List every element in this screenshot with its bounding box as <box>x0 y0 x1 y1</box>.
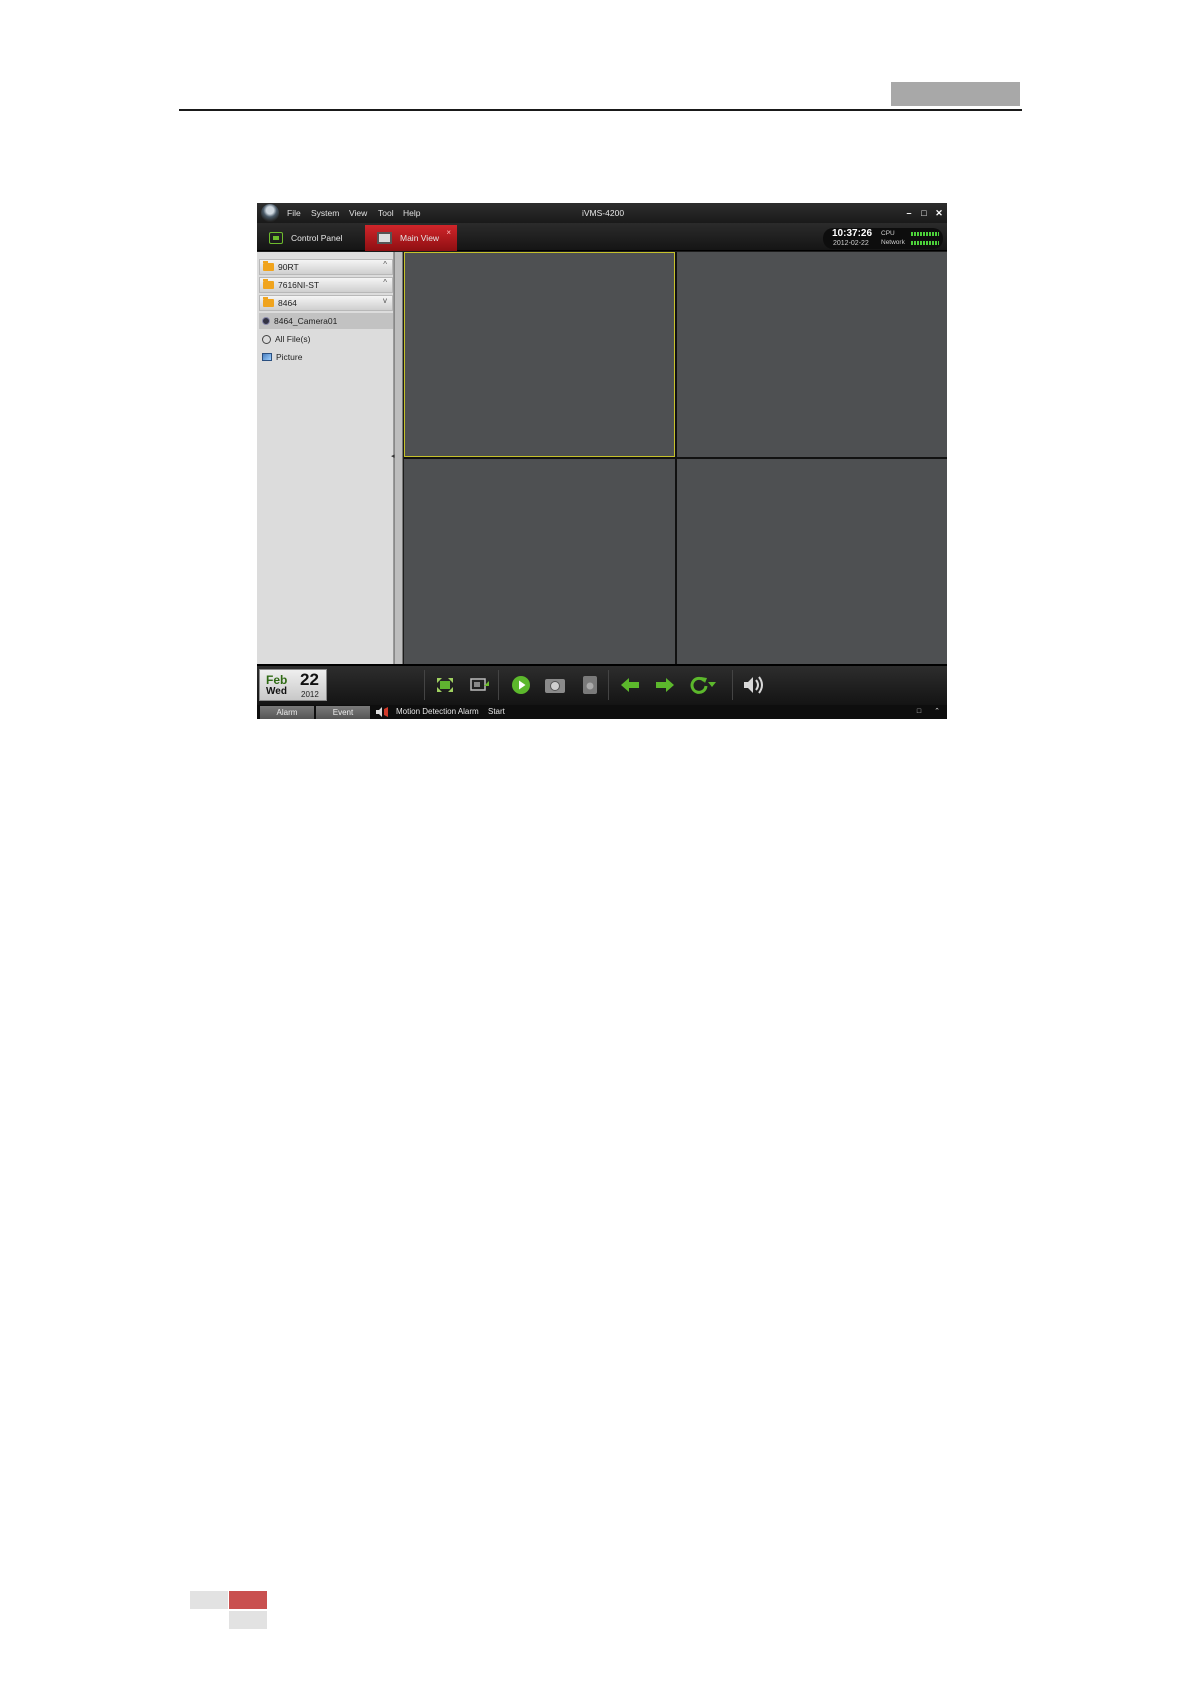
sidebar-group-90rt[interactable]: 90RT ^ <box>259 259 393 275</box>
picture-icon <box>262 353 272 361</box>
play-icon[interactable] <box>509 674 533 696</box>
sidebar-splitter[interactable] <box>394 252 403 664</box>
footer-block-light-2 <box>229 1611 267 1629</box>
alarm-state: Start <box>488 707 505 716</box>
menu-file[interactable]: File <box>287 208 301 218</box>
menu-system[interactable]: System <box>311 208 339 218</box>
sidebar-group-8464[interactable]: 8464 v <box>259 295 393 311</box>
calendar-year: 2012 <box>301 690 319 699</box>
menu-tool[interactable]: Tool <box>378 208 394 218</box>
fullscreen-icon[interactable] <box>433 674 457 696</box>
network-meter <box>911 241 939 245</box>
close-button[interactable]: ✕ <box>933 207 945 219</box>
tab-control-panel-label: Control Panel <box>291 233 343 243</box>
next-icon[interactable] <box>653 674 677 696</box>
restore-icon[interactable]: □ <box>914 707 924 717</box>
control-panel-icon <box>269 232 283 244</box>
chevron-up-icon[interactable]: ^ <box>383 260 387 269</box>
video-view-area <box>404 252 947 664</box>
window-layout-icon[interactable] <box>468 674 492 696</box>
folder-icon <box>263 261 274 271</box>
sidebar-item-label: 8464_Camera01 <box>274 316 338 326</box>
sidebar-group-label: 90RT <box>278 262 299 272</box>
capture-icon[interactable] <box>543 674 567 696</box>
footer-block-light <box>190 1591 228 1609</box>
menu-bar: File System View Tool Help iVMS-4200 – □… <box>257 203 947 223</box>
calendar-day: 22 <box>300 670 319 689</box>
toolbar-separator <box>732 670 733 700</box>
previous-icon[interactable] <box>618 674 642 696</box>
collapse-arrow-icon[interactable]: ◂ <box>391 452 395 460</box>
app-logo-icon <box>261 204 279 222</box>
maximize-button[interactable]: □ <box>918 207 930 219</box>
tab-event[interactable]: Event <box>316 706 370 719</box>
video-window-2[interactable] <box>677 252 947 457</box>
sidebar-item-picture[interactable]: Picture <box>259 349 393 365</box>
alarm-speaker-icon <box>375 707 389 719</box>
chevron-down-icon[interactable]: v <box>383 296 387 305</box>
video-window-3[interactable] <box>404 459 675 664</box>
record-icon[interactable] <box>578 674 602 696</box>
volume-icon[interactable] <box>741 674 765 696</box>
alarm-message: Motion Detection Alarm <box>396 707 479 716</box>
calendar-weekday: Wed <box>266 686 287 697</box>
dropdown-icon[interactable] <box>706 674 718 696</box>
calendar-month: Feb <box>266 673 288 687</box>
monitor-icon <box>377 232 392 244</box>
minimize-button[interactable]: – <box>903 207 915 219</box>
tab-main-view[interactable]: Main View × <box>365 225 457 251</box>
menu-view[interactable]: View <box>349 208 367 218</box>
clock-date: 2012-02-22 <box>833 240 869 247</box>
sidebar-item-label: All File(s) <box>275 334 311 344</box>
tab-main-view-label: Main View <box>400 233 440 243</box>
app-window: File System View Tool Help iVMS-4200 – □… <box>257 203 947 719</box>
tab-control-panel[interactable]: Control Panel <box>257 225 357 251</box>
toolbar-separator <box>424 670 425 700</box>
toolbar-separator <box>498 670 499 700</box>
sidebar-item-all-files[interactable]: All File(s) <box>259 331 393 347</box>
camera-icon <box>262 317 270 325</box>
playback-toolbar <box>257 664 947 705</box>
window-title: iVMS-4200 <box>582 208 625 218</box>
cpu-meter <box>911 232 939 236</box>
toolbar-separator <box>608 670 609 700</box>
expand-up-icon[interactable]: ⌃ <box>932 707 942 717</box>
header-rule <box>179 109 1022 111</box>
video-window-1[interactable] <box>404 252 675 457</box>
sidebar-group-label: 7616NI-ST <box>278 280 320 290</box>
footer-block-red <box>229 1591 267 1609</box>
clock-time: 10:37:26 <box>832 228 873 239</box>
header-gray-block <box>891 82 1020 106</box>
video-window-4[interactable] <box>677 459 947 664</box>
folder-icon <box>263 279 274 289</box>
sidebar-group-label: 8464 <box>278 298 297 308</box>
menu-help[interactable]: Help <box>403 208 420 218</box>
sidebar-item-camera01[interactable]: 8464_Camera01 <box>259 313 393 329</box>
folder-icon <box>263 297 274 307</box>
sidebar-group-7616ni-st[interactable]: 7616NI-ST ^ <box>259 277 393 293</box>
cpu-label: CPU <box>881 230 895 237</box>
tab-alarm[interactable]: Alarm <box>260 706 314 719</box>
files-icon <box>262 334 271 344</box>
network-label: Network <box>881 239 905 246</box>
chevron-up-icon[interactable]: ^ <box>383 278 387 287</box>
sidebar-item-label: Picture <box>276 352 303 362</box>
tab-close-icon[interactable]: × <box>446 228 451 237</box>
